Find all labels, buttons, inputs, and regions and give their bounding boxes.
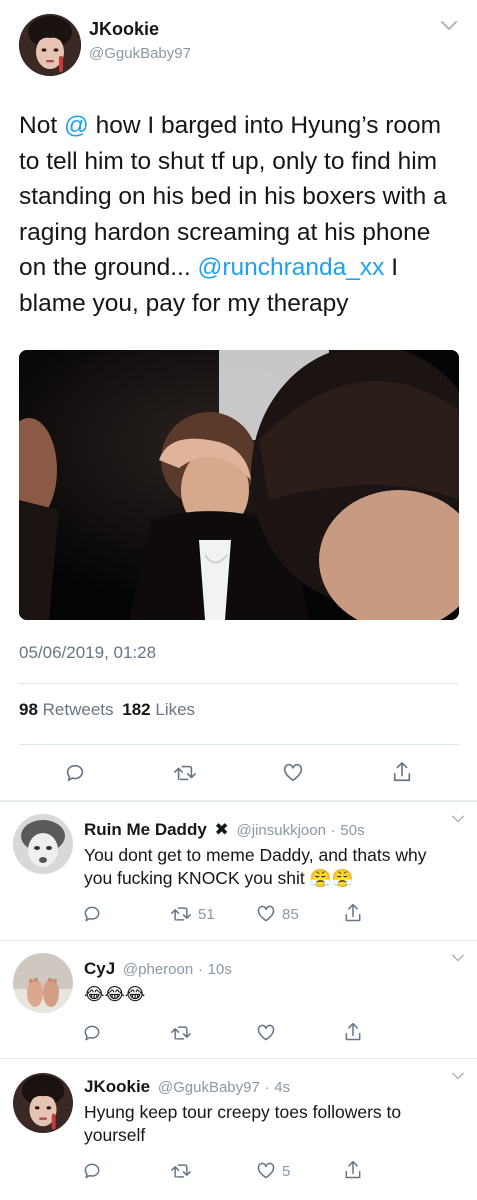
reply-tweet[interactable]: Ruin Me Daddy ✖ @jinsukkjoon · 50s You d… — [0, 802, 477, 940]
retweet-icon — [174, 765, 196, 781]
share-button[interactable] — [343, 1021, 363, 1043]
reply-time[interactable]: 50s — [340, 822, 364, 839]
reply-text: Hyung keep tour creepy toes followers to… — [84, 1102, 402, 1145]
tweet-media-photo[interactable] — [19, 350, 459, 620]
tweet-timestamp[interactable]: 05/06/2019, 01:28 — [19, 643, 156, 663]
like-button[interactable]: 85 — [256, 904, 299, 924]
reply-avatar[interactable] — [13, 814, 73, 874]
separator-dot: · — [330, 822, 336, 839]
reply-time[interactable]: 10s — [208, 961, 232, 978]
chevron-down-icon[interactable] — [451, 814, 465, 823]
like-label[interactable]: Likes — [155, 700, 195, 719]
reply-icon — [66, 764, 84, 782]
retweet-button[interactable] — [173, 762, 197, 784]
x-badge-icon: ✖ — [214, 820, 229, 839]
retweet-button[interactable] — [170, 1023, 198, 1043]
like-icon — [257, 1024, 275, 1041]
author-avatar[interactable] — [19, 14, 81, 76]
reply-tweet[interactable]: CyJ @pheroon · 10s 😂😂😂 — [0, 941, 477, 1058]
reply-handle[interactable]: @GgukBaby97 — [158, 1079, 260, 1096]
like-count[interactable]: 182 — [122, 700, 150, 719]
author-name[interactable]: JKookie — [89, 19, 159, 40]
retweet-icon — [171, 907, 191, 921]
like-count: 85 — [282, 905, 299, 923]
photo-content — [19, 350, 459, 620]
reply-text: 😂😂😂 — [84, 984, 146, 1004]
chevron-down-icon[interactable] — [451, 953, 465, 962]
like-button[interactable] — [282, 762, 304, 784]
reply-author-name[interactable]: JKookie — [84, 1077, 150, 1096]
avatar-image — [13, 1073, 73, 1133]
reply-icon — [84, 1025, 100, 1041]
like-icon — [283, 763, 303, 782]
like-button[interactable]: 5 — [256, 1161, 290, 1181]
retweet-icon — [171, 1026, 191, 1040]
reply-author-name[interactable]: CyJ — [84, 959, 115, 978]
like-button[interactable] — [256, 1023, 282, 1043]
divider — [19, 683, 459, 684]
reply-button[interactable] — [82, 1023, 102, 1043]
mention-link[interactable]: @ — [64, 112, 89, 139]
avatar-image — [13, 953, 73, 1013]
retweet-count: 51 — [198, 905, 215, 923]
avatar-image — [13, 814, 73, 874]
share-icon — [345, 1160, 361, 1179]
reply-handle[interactable]: @pheroon — [123, 961, 193, 978]
separator-dot: · — [264, 1079, 270, 1096]
share-icon — [345, 1022, 361, 1041]
share-icon — [393, 762, 411, 782]
reply-author-name[interactable]: Ruin Me Daddy — [84, 820, 207, 839]
reply-handle[interactable]: @jinsukkjoon — [237, 822, 326, 839]
reply-icon — [84, 1163, 100, 1179]
like-icon — [257, 1162, 275, 1179]
like-icon — [257, 905, 275, 922]
share-button[interactable] — [391, 760, 413, 784]
reply-avatar[interactable] — [13, 953, 73, 1013]
share-icon — [345, 903, 361, 922]
reply-tweet[interactable]: JKookie @GgukBaby97 · 4s Hyung keep tour… — [0, 1059, 477, 1200]
reply-header: CyJ @pheroon · 10s — [84, 959, 232, 979]
like-count: 5 — [282, 1162, 291, 1180]
reply-button[interactable] — [64, 762, 86, 784]
separator-dot: · — [197, 961, 203, 978]
chevron-down-icon[interactable] — [451, 1071, 465, 1080]
author-handle[interactable]: @GgukBaby97 — [89, 45, 191, 62]
reply-button[interactable] — [82, 904, 102, 924]
share-button[interactable] — [343, 902, 363, 924]
reply-time[interactable]: 4s — [274, 1079, 290, 1096]
retweet-label[interactable]: Retweets — [43, 700, 114, 719]
avatar-image — [19, 14, 81, 76]
tweet-text-segment: Not — [19, 112, 64, 139]
retweet-button[interactable]: 51 — [170, 904, 215, 924]
retweet-count[interactable]: 98 — [19, 700, 38, 719]
tweet-stats: 98 Retweets 182 Likes — [19, 700, 195, 720]
reply-icon — [84, 906, 100, 922]
retweet-button[interactable] — [170, 1161, 198, 1181]
chevron-down-icon[interactable] — [440, 19, 458, 31]
mention-link-runchranda[interactable]: @runchranda_xx — [197, 254, 384, 281]
share-button[interactable] — [343, 1159, 363, 1181]
reply-avatar[interactable] — [13, 1073, 73, 1133]
reply-button[interactable] — [82, 1161, 102, 1181]
reply-text: You dont get to meme Daddy, and thats wh… — [84, 845, 427, 888]
divider — [19, 744, 459, 745]
reply-header: Ruin Me Daddy ✖ @jinsukkjoon · 50s — [84, 820, 365, 840]
retweet-icon — [171, 1164, 191, 1178]
reply-header: JKookie @GgukBaby97 · 4s — [84, 1077, 290, 1097]
tweet-text: Not @ how I barged into Hyung’s room to … — [19, 108, 459, 321]
